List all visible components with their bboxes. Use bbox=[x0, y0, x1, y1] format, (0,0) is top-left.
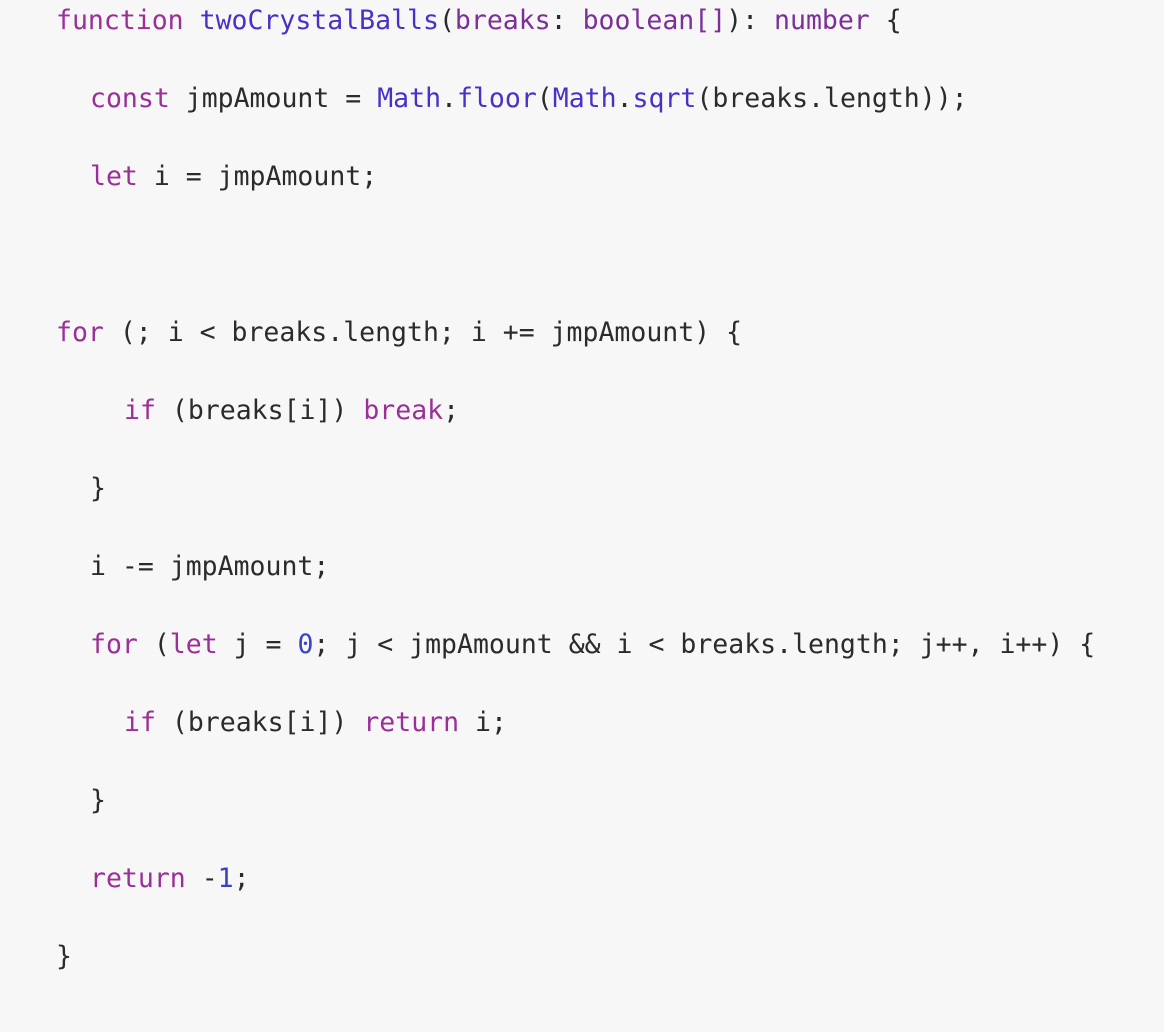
function-name-token: twoCrystalBalls bbox=[199, 5, 439, 36]
keyword-token: for bbox=[56, 317, 104, 348]
keyword-token: return bbox=[363, 707, 460, 738]
punctuation-token: ( bbox=[438, 5, 455, 36]
code-line-1: function twoCrystalBalls(breaks: boolean… bbox=[0, 1, 1164, 40]
punctuation-token: ; bbox=[233, 863, 250, 894]
punctuation-token: ; bbox=[443, 395, 460, 426]
code-line-6: if (breaks[i]) break; bbox=[0, 391, 1164, 430]
keyword-token: let bbox=[90, 161, 138, 192]
number-token: 1 bbox=[217, 863, 234, 894]
object-name-token: Math bbox=[377, 83, 442, 114]
type-token: boolean[] bbox=[582, 5, 727, 36]
method-name-token: floor bbox=[457, 83, 537, 114]
code-text-token: i -= jmpAmount; bbox=[90, 551, 330, 582]
keyword-token: function bbox=[56, 5, 184, 36]
code-text-token: i = jmpAmount; bbox=[137, 161, 378, 192]
punctuation-token: . bbox=[616, 83, 633, 114]
code-block[interactable]: function twoCrystalBalls(breaks: boolean… bbox=[0, 1, 1164, 1032]
code-text-token: j = bbox=[217, 629, 298, 660]
brace-token: } bbox=[56, 941, 72, 972]
punctuation-token: { bbox=[869, 5, 902, 36]
keyword-token: for bbox=[90, 629, 138, 660]
type-token: number bbox=[774, 5, 870, 36]
code-line-10: if (breaks[i]) return i; bbox=[0, 703, 1164, 742]
punctuation-token: . bbox=[441, 83, 457, 114]
brace-token: } bbox=[90, 473, 106, 504]
parameter-token: breaks bbox=[454, 5, 551, 36]
keyword-token: let bbox=[169, 629, 218, 660]
punctuation-token: : bbox=[550, 5, 583, 36]
code-line-5: for (; i < breaks.length; i += jmpAmount… bbox=[0, 313, 1164, 352]
code-text-token: - bbox=[185, 863, 218, 894]
keyword-token: if bbox=[124, 707, 156, 738]
code-text-token: (breaks[i]) bbox=[155, 707, 364, 738]
code-text-token: ( bbox=[137, 629, 170, 660]
code-text-token: i; bbox=[459, 707, 507, 738]
code-text-token: ; j < jmpAmount && i < breaks.length; j+… bbox=[313, 629, 1096, 660]
punctuation-token: ( bbox=[536, 83, 553, 114]
method-name-token: sqrt bbox=[632, 83, 697, 114]
code-text-token: jmpAmount = bbox=[169, 83, 378, 114]
code-line-8: i -= jmpAmount; bbox=[0, 547, 1164, 586]
object-name-token: Math bbox=[552, 83, 617, 114]
code-line-11: } bbox=[0, 781, 1164, 820]
code-line-12: return -1; bbox=[0, 859, 1164, 898]
keyword-token: if bbox=[124, 395, 156, 426]
number-token: 0 bbox=[297, 629, 314, 660]
code-line-2: const jmpAmount = Math.floor(Math.sqrt(b… bbox=[0, 79, 1164, 118]
keyword-token: break bbox=[363, 395, 444, 426]
code-line-13: } bbox=[0, 937, 1164, 976]
code-line-9: for (let j = 0; j < jmpAmount && i < bre… bbox=[0, 625, 1164, 664]
code-line-7: } bbox=[0, 469, 1164, 508]
keyword-token: const bbox=[90, 83, 170, 114]
keyword-token: return bbox=[90, 863, 186, 894]
code-text-token: (; i < breaks.length; i += jmpAmount) { bbox=[103, 317, 743, 348]
code-view: function twoCrystalBalls(breaks: boolean… bbox=[0, 0, 1164, 972]
code-text-token: (breaks.length)); bbox=[696, 83, 968, 114]
brace-token: } bbox=[90, 785, 106, 816]
punctuation-token: ): bbox=[726, 5, 775, 36]
code-text-token: (breaks[i]) bbox=[155, 395, 364, 426]
code-line-3: let i = jmpAmount; bbox=[0, 157, 1164, 196]
